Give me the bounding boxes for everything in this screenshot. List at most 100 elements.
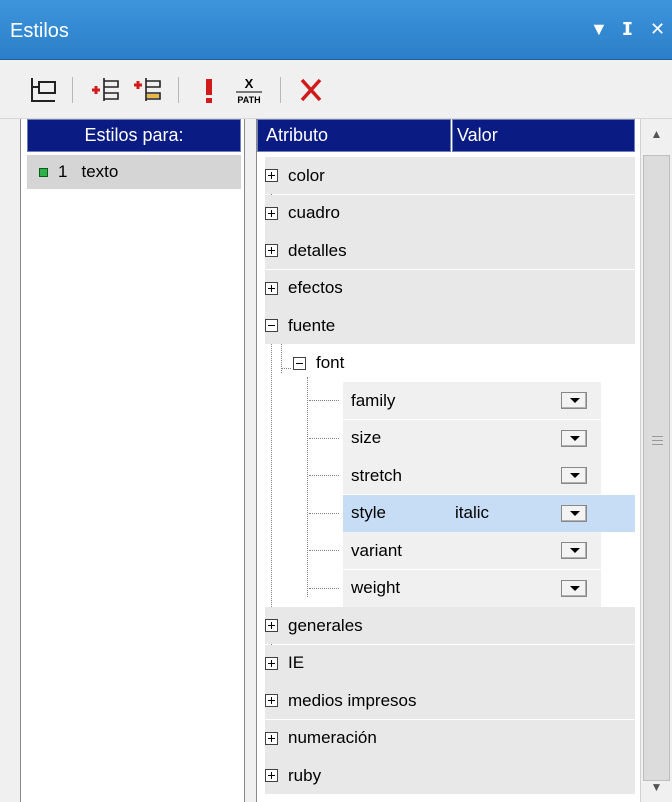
dropdown-arrow-icon[interactable] xyxy=(561,504,587,522)
tree-layout-icon[interactable] xyxy=(27,73,61,107)
toolbar-separator xyxy=(178,77,179,103)
expand-icon[interactable] xyxy=(265,769,278,782)
property-value[interactable] xyxy=(445,419,601,457)
property-row[interactable]: style italic xyxy=(309,494,635,532)
toolbar-separator xyxy=(280,77,281,103)
property-row[interactable]: weight xyxy=(309,569,635,607)
tree-line xyxy=(281,368,291,369)
tree-group-row[interactable]: color xyxy=(265,157,635,194)
scroll-thumb[interactable] xyxy=(643,155,670,781)
toolbar: X PATH xyxy=(0,61,672,119)
close-icon[interactable]: ✕ xyxy=(650,18,665,40)
tree-group-label: generales xyxy=(288,615,363,635)
tree-group-row[interactable]: ruby xyxy=(265,757,635,794)
row-tail xyxy=(601,457,635,494)
panel-splitter[interactable] xyxy=(244,119,256,802)
property-name: size xyxy=(343,419,445,457)
property-row[interactable]: stretch xyxy=(309,457,635,494)
expand-icon[interactable] xyxy=(265,694,278,707)
tree-group-row[interactable]: medios impresos xyxy=(265,682,635,719)
property-value[interactable]: italic xyxy=(445,494,601,532)
expand-icon[interactable] xyxy=(265,619,278,632)
property-value[interactable] xyxy=(445,382,601,419)
tree-line xyxy=(309,550,339,551)
tree-group-label: color xyxy=(288,165,325,185)
property-row[interactable]: size xyxy=(309,419,635,457)
tree-group-label: cuadro xyxy=(288,203,340,222)
vertical-scrollbar[interactable]: ▲ ▼ xyxy=(640,119,672,802)
expand-icon[interactable] xyxy=(265,656,278,670)
tree-subgroup-row[interactable]: font xyxy=(293,345,635,382)
tree-line xyxy=(309,512,339,514)
dropdown-arrow-icon[interactable] xyxy=(561,392,587,409)
tree-line xyxy=(307,377,308,597)
delete-icon[interactable] xyxy=(294,73,328,107)
dropdown-arrow-icon[interactable] xyxy=(561,429,587,447)
toolbar-separator xyxy=(72,77,73,103)
exclamation-icon[interactable] xyxy=(192,73,226,107)
property-value[interactable] xyxy=(445,457,601,494)
row-tail xyxy=(601,382,635,419)
collapse-icon[interactable] xyxy=(265,319,278,332)
element-icon xyxy=(39,167,48,177)
append-rule-icon[interactable] xyxy=(132,73,166,107)
tree-group-row[interactable]: IE xyxy=(265,644,635,682)
dropdown-arrow-icon[interactable] xyxy=(561,579,587,597)
tree-group-row[interactable]: numeración xyxy=(265,719,635,757)
grip-icon xyxy=(652,436,663,446)
expand-icon[interactable] xyxy=(265,281,278,295)
tree-group-label: efectos xyxy=(288,278,343,297)
property-row[interactable]: family xyxy=(309,382,635,419)
value-column-header[interactable]: Valor xyxy=(452,119,635,152)
property-row[interactable]: variant xyxy=(309,532,635,569)
expand-icon[interactable] xyxy=(265,206,278,220)
property-name: family xyxy=(343,382,445,419)
menu-dropdown-icon[interactable]: ▼ xyxy=(590,18,608,40)
property-name: style xyxy=(343,494,445,532)
expand-icon[interactable] xyxy=(265,169,278,182)
scroll-down-icon[interactable]: ▼ xyxy=(641,772,672,802)
property-name: stretch xyxy=(343,457,445,494)
row-tail xyxy=(601,494,635,532)
scroll-up-icon[interactable]: ▲ xyxy=(641,119,672,149)
window-title: Estilos xyxy=(10,20,69,42)
expand-icon[interactable] xyxy=(265,731,278,745)
pin-icon[interactable]: ⵊ xyxy=(622,18,633,40)
xpath-icon[interactable]: X PATH xyxy=(232,73,266,107)
svg-text:X: X xyxy=(245,76,254,91)
tree-line xyxy=(309,475,339,476)
tree-group-label: numeración xyxy=(288,728,377,747)
property-value[interactable] xyxy=(445,532,601,569)
tree-group-row[interactable]: detalles xyxy=(265,232,635,269)
tree-group-label: fuente xyxy=(288,315,336,335)
collapse-icon[interactable] xyxy=(293,356,306,370)
tree-group-row[interactable]: cuadro xyxy=(265,194,635,232)
attribute-column-header[interactable]: Atributo xyxy=(257,119,451,152)
tree-group-row[interactable]: efectos xyxy=(265,269,635,307)
list-item-label: texto xyxy=(81,162,119,181)
list-item-index: 1 xyxy=(58,162,68,181)
tree-line xyxy=(309,437,339,439)
title-bar: Estilos ▼ ⵊ ✕ xyxy=(0,0,672,60)
property-name: weight xyxy=(343,569,445,607)
dropdown-arrow-icon[interactable] xyxy=(561,542,587,559)
attributes-panel: Atributo Valor color cuadro detalles efecto… xyxy=(256,119,640,802)
row-tail xyxy=(601,420,635,457)
svg-text:PATH: PATH xyxy=(237,95,260,105)
tree-line xyxy=(309,587,339,589)
dropdown-arrow-icon[interactable] xyxy=(561,467,587,484)
tree-group-label: medios impresos xyxy=(288,690,417,710)
property-name: variant xyxy=(343,532,445,569)
tree-group-row[interactable]: fuente xyxy=(265,307,635,344)
insert-rule-icon[interactable] xyxy=(90,73,124,107)
expand-icon[interactable] xyxy=(265,244,278,257)
tree-group-row[interactable]: generales xyxy=(265,607,635,644)
tree-line xyxy=(309,400,339,401)
row-tail xyxy=(601,532,635,569)
tree-subgroup-label: font xyxy=(316,353,345,372)
tree-group-label: IE xyxy=(288,653,305,672)
list-item[interactable]: 1 texto xyxy=(27,155,241,189)
property-value-text: italic xyxy=(455,503,490,522)
styles-for-header: Estilos para: xyxy=(27,119,241,152)
property-value[interactable] xyxy=(445,569,601,607)
